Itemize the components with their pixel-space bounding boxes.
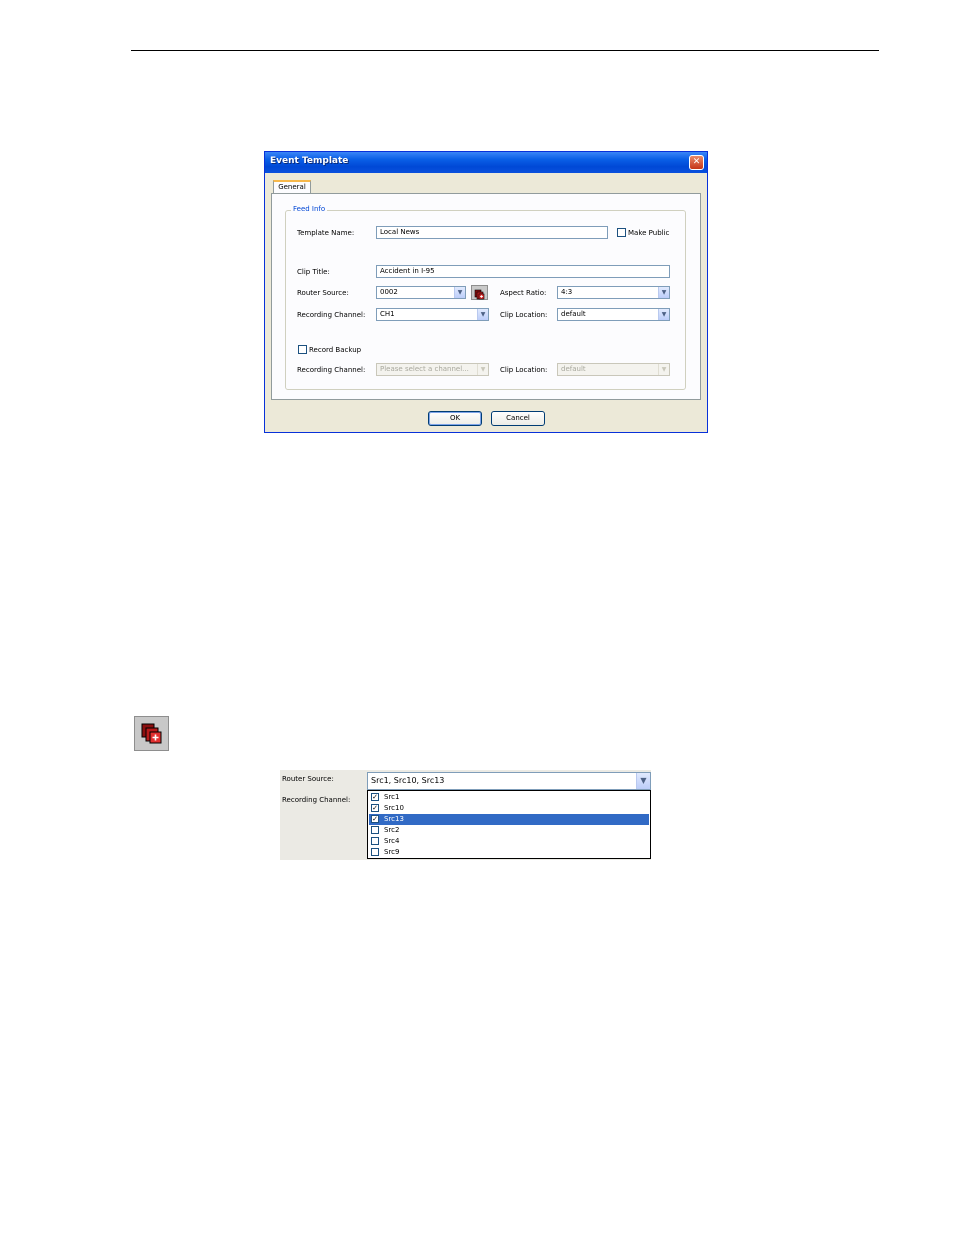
router-source-value: 0002 bbox=[380, 288, 398, 296]
router-source-list: ✓ Src1 ✓ Src10 ✓ Src13 Src2 Src4 Src9 bbox=[367, 790, 651, 859]
template-name-input[interactable]: Local News bbox=[376, 226, 608, 239]
router-source-select[interactable]: 0002 ▼ bbox=[376, 286, 466, 299]
backup-recording-channel-select: Please select a channel... ▼ bbox=[376, 363, 489, 376]
clip-location-label: Clip Location: bbox=[500, 311, 548, 319]
aspect-ratio-label: Aspect Ratio: bbox=[500, 289, 547, 297]
chevron-down-icon[interactable]: ▼ bbox=[477, 309, 488, 320]
item-label: Src1 bbox=[384, 793, 400, 801]
clip-title-input[interactable]: Accident in I-95 bbox=[376, 265, 670, 278]
event-template-dialog: Event Template ✕ General Feed Info Templ… bbox=[264, 151, 708, 433]
multi-source-icon bbox=[134, 716, 169, 751]
list-item[interactable]: Src2 bbox=[369, 825, 649, 836]
router-source-multiselect[interactable]: Src1, Src10, Src13 ▼ bbox=[367, 772, 651, 790]
backup-recording-channel-placeholder: Please select a channel... bbox=[380, 365, 469, 373]
item-label: Src9 bbox=[384, 848, 400, 856]
backup-recording-channel-label: Recording Channel: bbox=[297, 366, 366, 374]
item-checkbox[interactable]: ✓ bbox=[371, 793, 379, 801]
list-item[interactable]: ✓ Src1 bbox=[369, 792, 649, 803]
tab-general[interactable]: General bbox=[273, 180, 311, 194]
feed-info-group-title: Feed Info bbox=[291, 205, 328, 213]
dialog-titlebar[interactable]: Event Template ✕ bbox=[265, 152, 707, 173]
router-source-label: Router Source: bbox=[282, 775, 334, 783]
item-checkbox[interactable] bbox=[371, 826, 379, 834]
clip-location-select[interactable]: default ▼ bbox=[557, 308, 670, 321]
list-item[interactable]: ✓ Src10 bbox=[369, 803, 649, 814]
item-checkbox[interactable] bbox=[371, 837, 379, 845]
item-label: Src10 bbox=[384, 804, 404, 812]
item-label: Src4 bbox=[384, 837, 400, 845]
clip-title-label: Clip Title: bbox=[297, 268, 330, 276]
multi-source-button[interactable] bbox=[471, 285, 488, 300]
recording-channel-value: CH1 bbox=[380, 310, 395, 318]
backup-clip-location-value: default bbox=[561, 365, 586, 373]
chevron-down-icon[interactable]: ▼ bbox=[658, 287, 669, 298]
multi-source-icon-graphic bbox=[141, 723, 162, 744]
general-tab-panel: Feed Info Template Name: Local News Make… bbox=[271, 193, 701, 400]
chevron-down-icon[interactable]: ▼ bbox=[658, 309, 669, 320]
chevron-down-icon[interactable]: ▼ bbox=[636, 773, 650, 789]
aspect-ratio-select[interactable]: 4:3 ▼ bbox=[557, 286, 670, 299]
close-icon: ✕ bbox=[692, 157, 701, 167]
record-backup-label: Record Backup bbox=[309, 346, 362, 354]
router-source-value: Src1, Src10, Src13 bbox=[371, 776, 445, 785]
make-public-checkbox[interactable] bbox=[617, 228, 626, 237]
close-button[interactable]: ✕ bbox=[689, 155, 704, 170]
backup-clip-location-select: default ▼ bbox=[557, 363, 670, 376]
make-public-label: Make Public bbox=[628, 229, 670, 237]
list-item[interactable]: Src9 bbox=[369, 847, 649, 858]
backup-clip-location-label: Clip Location: bbox=[500, 366, 548, 374]
item-checkbox[interactable]: ✓ bbox=[371, 804, 379, 812]
recording-channel-select[interactable]: CH1 ▼ bbox=[376, 308, 489, 321]
router-source-dropdown-example: Router Source: Recording Channel: Src1, … bbox=[280, 770, 651, 860]
router-source-label: Router Source: bbox=[297, 289, 349, 297]
chevron-down-icon: ▼ bbox=[477, 364, 488, 375]
multi-source-icon bbox=[474, 289, 485, 300]
aspect-ratio-value: 4:3 bbox=[561, 288, 573, 296]
clip-location-value: default bbox=[561, 310, 586, 318]
item-checkbox[interactable]: ✓ bbox=[371, 815, 379, 823]
item-label: Src13 bbox=[384, 815, 404, 823]
recording-channel-label: Recording Channel: bbox=[282, 796, 351, 804]
item-checkbox[interactable] bbox=[371, 848, 379, 856]
chevron-down-icon: ▼ bbox=[658, 364, 669, 375]
record-backup-checkbox[interactable] bbox=[298, 345, 307, 354]
item-label: Src2 bbox=[384, 826, 400, 834]
cancel-button[interactable]: Cancel bbox=[491, 411, 545, 426]
ok-button[interactable]: OK bbox=[428, 411, 482, 426]
template-name-label: Template Name: bbox=[297, 229, 355, 237]
page-header-rule bbox=[131, 50, 879, 51]
chevron-down-icon[interactable]: ▼ bbox=[454, 287, 465, 298]
list-item[interactable]: Src4 bbox=[369, 836, 649, 847]
recording-channel-label: Recording Channel: bbox=[297, 311, 366, 319]
dialog-title: Event Template bbox=[270, 156, 349, 166]
list-item-selected[interactable]: ✓ Src13 bbox=[369, 814, 649, 825]
